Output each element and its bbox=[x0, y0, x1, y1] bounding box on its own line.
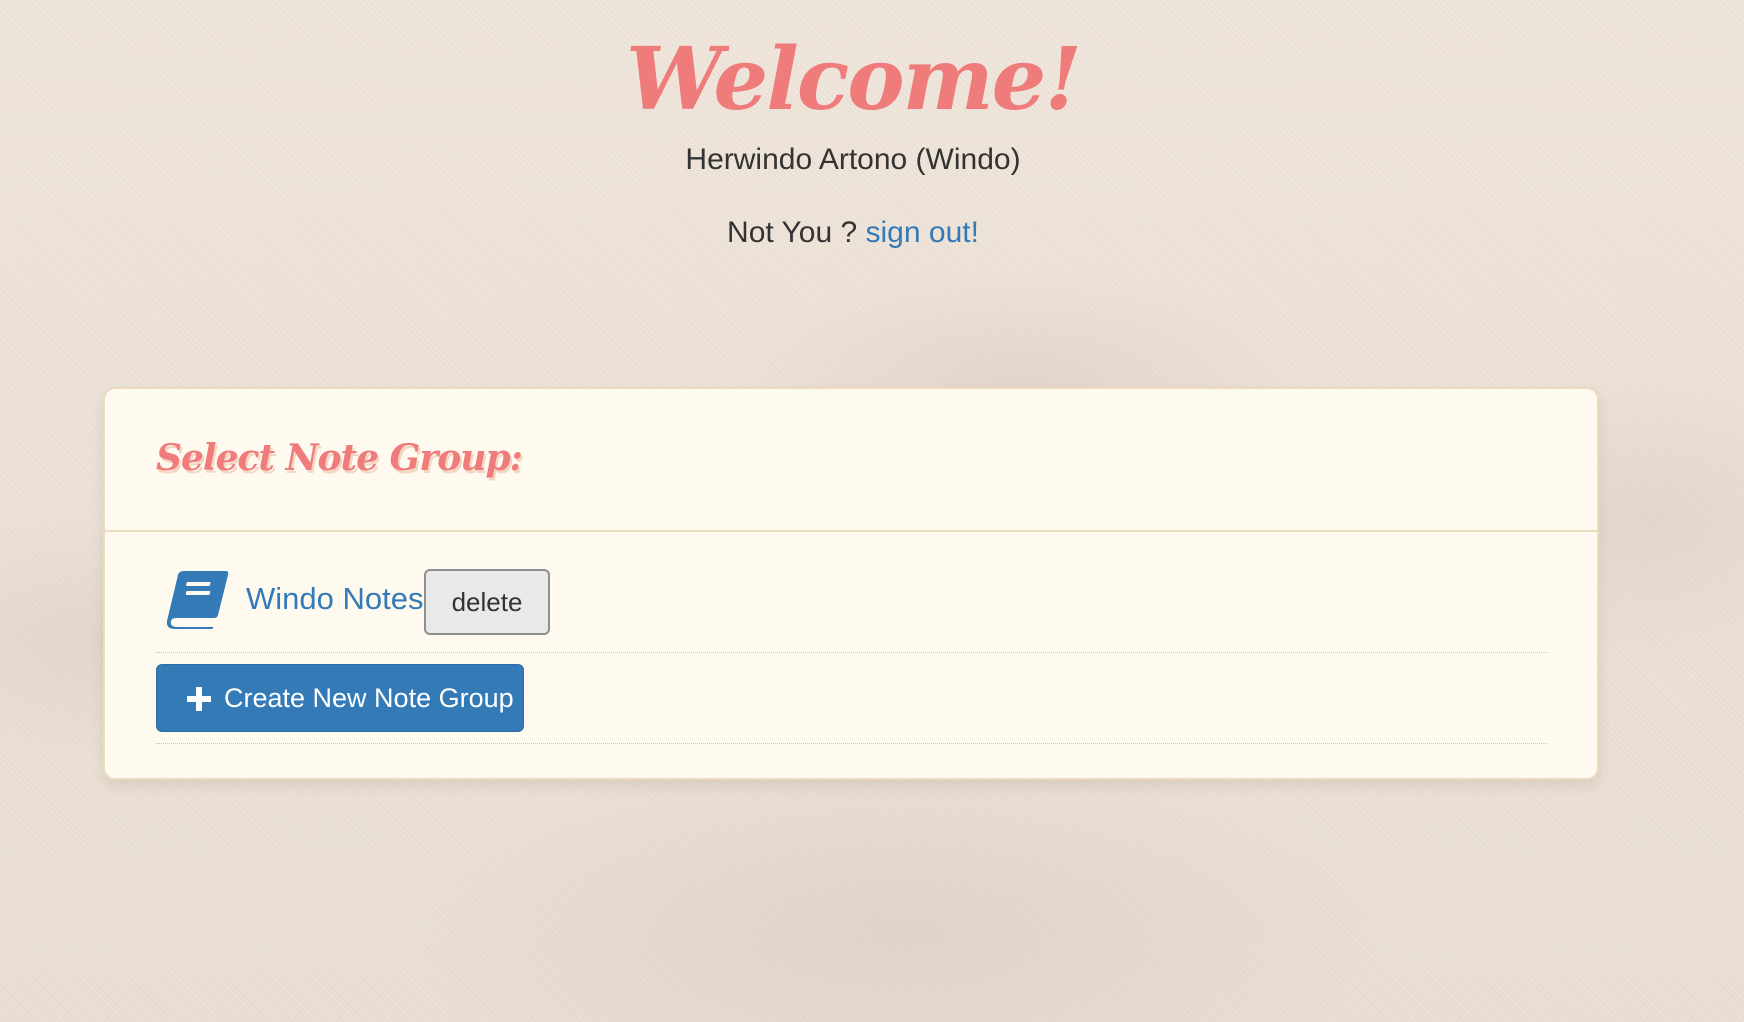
note-group-link[interactable]: Windo Notes bbox=[246, 577, 423, 621]
panel-title: Select Note Group: bbox=[156, 437, 523, 479]
sign-out-link[interactable]: sign out! bbox=[866, 216, 979, 249]
signout-line: Not You ? sign out! bbox=[0, 213, 1706, 253]
user-name: Herwindo Artono (Windo) bbox=[685, 143, 1021, 176]
delete-button[interactable]: delete bbox=[424, 569, 550, 635]
note-group-panel: Select Note Group: Windo Notes delete Cr… bbox=[103, 387, 1599, 780]
page-title: Welcome! bbox=[625, 29, 1082, 130]
create-note-group-button[interactable]: Create New Note Group bbox=[156, 664, 524, 732]
create-button-label: Create New Note Group bbox=[224, 683, 514, 713]
panel-heading: Select Note Group: bbox=[105, 389, 1597, 532]
book-icon bbox=[166, 569, 230, 629]
plus-icon bbox=[187, 687, 211, 711]
list-item: Windo Notes delete bbox=[156, 569, 1548, 653]
not-you-text: Not You ? bbox=[727, 216, 858, 249]
create-row: Create New Note Group bbox=[156, 664, 1548, 744]
